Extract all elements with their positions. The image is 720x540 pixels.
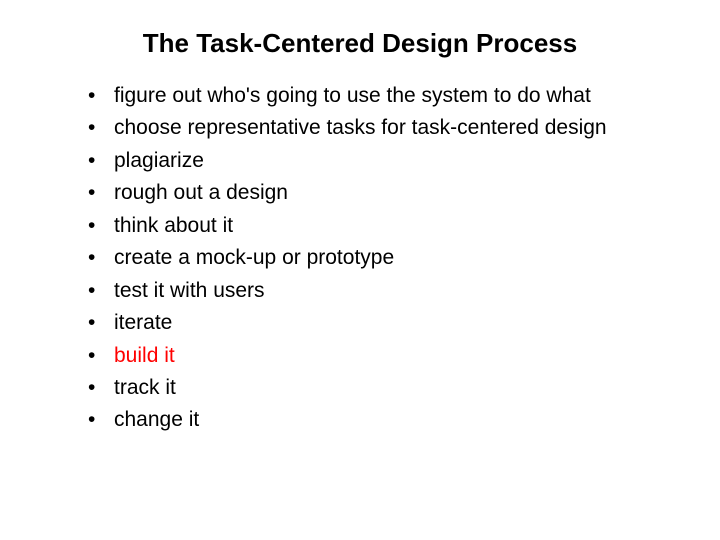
- bullet-list: figure out who's going to use the system…: [60, 81, 660, 436]
- list-item: think about it: [88, 211, 660, 241]
- list-item: create a mock-up or prototype: [88, 243, 660, 273]
- list-item: iterate: [88, 308, 660, 338]
- list-item: test it with users: [88, 276, 660, 306]
- list-item: build it: [88, 341, 660, 371]
- list-item: rough out a design: [88, 178, 660, 208]
- list-item: choose representative tasks for task-cen…: [88, 113, 660, 143]
- list-item: figure out who's going to use the system…: [88, 81, 660, 111]
- list-item: plagiarize: [88, 146, 660, 176]
- slide-title: The Task-Centered Design Process: [60, 28, 660, 59]
- list-item: track it: [88, 373, 660, 403]
- list-item: change it: [88, 405, 660, 435]
